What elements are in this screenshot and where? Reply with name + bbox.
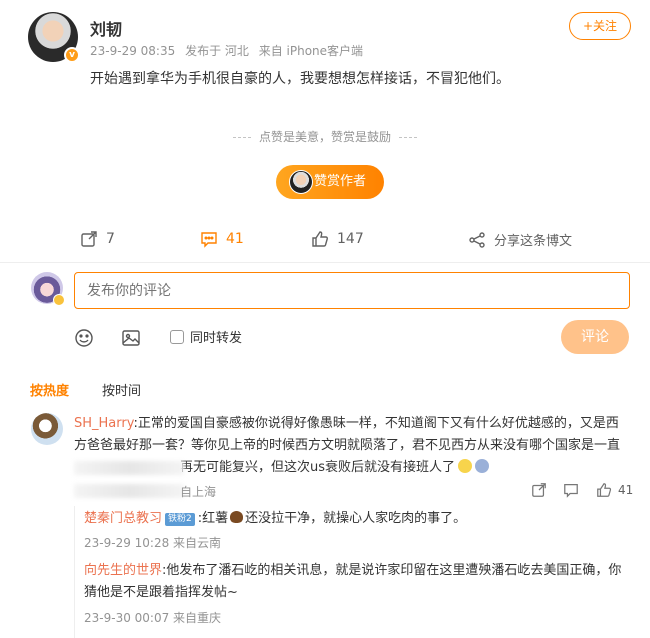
blurred-text <box>74 484 184 498</box>
commenter-avatar[interactable] <box>31 413 63 445</box>
comment-icon <box>201 232 217 248</box>
reply-thread-line <box>74 506 75 638</box>
divider-line <box>399 137 417 138</box>
post-source: 来自 iPhone客户端 <box>258 44 364 58</box>
comment-reply-button[interactable] <box>563 482 579 498</box>
comment-line-2: 方爸爸最好那一套？等你见上帝的时候西方文明就陨落了，君不见西方从来没有哪个国家是… <box>74 438 621 453</box>
commenter-name[interactable]: SH_Harry <box>74 416 133 431</box>
repost-checkbox-label: 同时转发 <box>190 331 243 346</box>
fan-level-badge: 铁粉2 <box>165 513 195 526</box>
image-icon <box>122 330 140 346</box>
reward-author-avatar <box>289 170 313 194</box>
post-text: 开始遇到拿华为手机很自豪的人，我要想想怎样接话，不冒犯他们。 <box>90 71 510 87</box>
thumbs-up-icon <box>312 231 328 247</box>
tab-sort-time[interactable]: 按时间 <box>102 380 141 399</box>
reply-meta: 23-9-30 00:07 来自重庆 <box>84 611 222 625</box>
comment-count: 41 <box>226 231 244 247</box>
author-name[interactable]: 刘韧 <box>90 16 122 40</box>
reply-username[interactable]: 楚秦门总教习 <box>84 511 162 526</box>
repost-checkbox[interactable]: 同时转发 <box>170 327 242 346</box>
comment-location: 自上海 <box>180 485 217 499</box>
reward-tip: 点赞是美意，赞赏是鼓励 <box>0 128 650 145</box>
comment-button[interactable]: 41 <box>200 230 244 248</box>
comment-like-count: 41 <box>618 483 634 497</box>
repost-icon <box>81 231 97 247</box>
checkbox-box[interactable] <box>170 329 184 344</box>
share-label: 分享这条博文 <box>494 234 573 249</box>
image-upload-button[interactable] <box>121 328 141 352</box>
divider <box>0 262 650 263</box>
repost-count: 7 <box>106 231 115 247</box>
repost-button[interactable]: 7 <box>80 230 115 248</box>
repost-icon <box>532 483 546 497</box>
vip-badge-icon <box>53 294 65 306</box>
ghost-emoji-icon <box>475 459 490 473</box>
reply-line-1: :他发布了潘石屹的相关讯息，就是说许家印留在这里遭殃潘石屹去美国正确，你 <box>162 563 622 578</box>
post-time[interactable]: 23-9-29 08:35 <box>90 44 175 58</box>
thumbs-up-icon <box>597 483 612 497</box>
comment-like-button[interactable]: 41 <box>596 482 633 498</box>
blurred-text <box>74 461 184 475</box>
post-meta: 23-9-29 08:35 发布于 河北 来自 iPhone客户端 <box>90 42 369 59</box>
post-location: 发布于 河北 <box>185 44 249 58</box>
reply-meta: 23-9-29 10:28 来自云南 <box>84 536 222 550</box>
submit-comment-button[interactable]: 评论 <box>561 320 629 354</box>
comment-repost-button[interactable] <box>531 482 547 498</box>
tab-sort-hot[interactable]: 按热度 <box>30 380 69 399</box>
share-icon <box>469 231 485 248</box>
poop-emoji-icon <box>230 511 244 523</box>
reply-item: 楚秦门总教习 铁粉2:红薯 还没拉干净，就操心人家吃肉的事了。 <box>84 508 634 530</box>
reply-text-after: 还没拉干净，就操心人家吃肉的事了。 <box>245 511 467 526</box>
reply-line-2: 猜他是不是跟着指挥发帖~ <box>84 585 238 600</box>
reply-username[interactable]: 向先生的世界 <box>84 563 162 578</box>
comment-icon <box>564 484 578 498</box>
divider-line <box>232 137 251 138</box>
like-button[interactable]: 147 <box>311 230 364 248</box>
comment-line-3: 再无可能复兴，但这次us衰败后就没有接班人了 <box>180 460 456 475</box>
comment-line-1: :正常的爱国自豪感被你说得好像愚昧一样，不知道阁下又有什么好优越感的，又是西 <box>133 416 619 431</box>
sweat-emoji-icon <box>458 459 473 473</box>
share-button[interactable]: 分享这条博文 <box>468 230 572 249</box>
like-count: 147 <box>337 231 364 247</box>
reward-tip-text: 点赞是美意，赞赏是鼓励 <box>258 130 391 144</box>
emoji-icon <box>75 329 93 347</box>
comment-input[interactable] <box>74 272 630 309</box>
emoji-button[interactable] <box>74 328 94 352</box>
follow-button[interactable]: +关注 <box>569 12 631 40</box>
reply-text: :红薯 <box>197 511 229 526</box>
verified-badge-icon: v <box>64 47 80 63</box>
reply-item: 向先生的世界:他发布了潘石屹的相关讯息，就是说许家印留在这里遭殃潘石屹去美国正确… <box>84 560 634 604</box>
